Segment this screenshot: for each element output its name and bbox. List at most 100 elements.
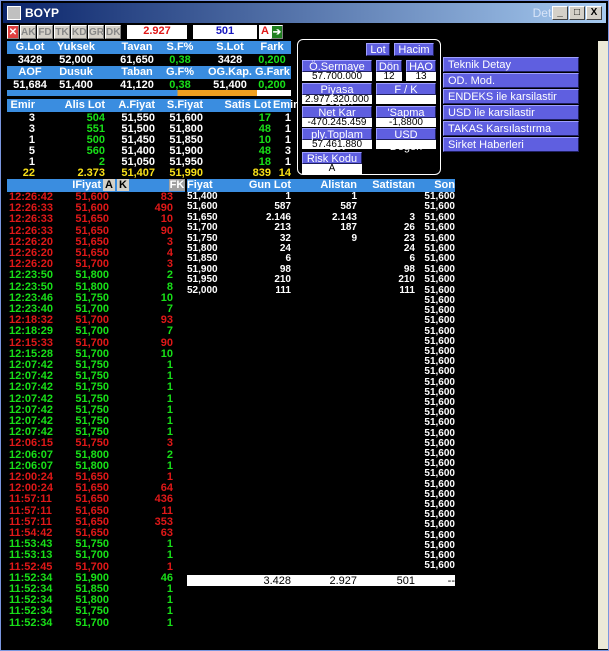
link-5[interactable]: Sirket Haberleri: [443, 137, 579, 152]
trade-row[interactable]: 11:53:13 51,700 1: [7, 550, 185, 561]
trade-row[interactable]: 12:23:50 51,800 2: [7, 270, 185, 281]
vertical-scrollbar[interactable]: [598, 41, 608, 649]
dist-cell: 111: [399, 284, 415, 296]
trade-price: 51,700: [75, 549, 109, 562]
top-header: G.Lot Yuksek Tavan S.F% S.Lot Fark: [7, 41, 291, 54]
top_values-2: 61,650: [120, 54, 154, 66]
son-row: 51,600: [187, 489, 455, 500]
trade-lot: 1: [166, 605, 173, 618]
dist-total: 3.428 2.927 501 --: [187, 575, 455, 587]
trade-price: 51,750: [75, 381, 109, 394]
price-box[interactable]: 2.927: [127, 25, 187, 39]
trade-row[interactable]: 12:23:50 51,800 8: [7, 280, 185, 293]
trade-lot: 7: [166, 325, 173, 338]
link-3[interactable]: USD ile karsilastir: [443, 105, 579, 120]
tab-kd[interactable]: KD: [71, 25, 87, 39]
depth-header-3: S.Fiyat: [166, 99, 203, 111]
trade-row[interactable]: 11:52:45 51,700 1: [7, 561, 185, 573]
trade-row[interactable]: 12:26:33 51,650 10: [7, 214, 185, 225]
dist-cell: 51,600: [424, 274, 455, 286]
trade-lot: 8: [166, 280, 173, 293]
top_headers-3: S.F%: [166, 41, 194, 53]
trade-time: 12:06:15: [9, 437, 54, 450]
title-bar[interactable]: BOYP Detay _ □ X: [3, 3, 606, 23]
trade-time: 12:23:50: [9, 280, 54, 293]
trade-row[interactable]: 12:06:07 51,800 2: [7, 449, 185, 461]
link-4[interactable]: TAKAS Karsılastırma: [443, 121, 579, 136]
trade-row[interactable]: 11:52:34 51,750 1: [7, 606, 185, 617]
dist-cell: 9: [351, 232, 357, 244]
trade-row[interactable]: 12:06:15 51,750 3: [7, 438, 185, 449]
minimize-button[interactable]: _: [552, 6, 568, 20]
trade-price: 51,750: [75, 392, 109, 405]
maximize-button[interactable]: □: [569, 6, 585, 20]
trade-row[interactable]: 12:26:33 51,650 90: [7, 225, 185, 237]
trade-row[interactable]: 11:52:34 51,700 1: [7, 616, 185, 629]
alert-label[interactable]: A: [259, 25, 271, 39]
o-sermaye-value: 57.700.000: [302, 72, 372, 82]
dist-header: Fiyat Gun Lot Alistan Satistan Son: [187, 179, 455, 192]
son-row: 51,600: [187, 418, 455, 428]
mid_headers-5: G.Fark: [255, 66, 290, 78]
trade-price: 51,700: [75, 616, 109, 629]
tab-gr[interactable]: GR: [88, 25, 104, 39]
dist-cell: 24: [403, 243, 415, 254]
dist-row: 51,700 213 187 26 51,600: [187, 223, 455, 233]
link-2[interactable]: ENDEKS ile karsilastir: [443, 89, 579, 104]
depth-header-5: Emir: [273, 99, 298, 111]
son-row: 51,600: [187, 336, 455, 347]
trade-row[interactable]: 11:57:11 51,650 11: [7, 505, 185, 517]
close-button[interactable]: X: [586, 6, 602, 20]
trade-price: 51,700: [75, 325, 109, 338]
trade-time: 12:18:29: [9, 325, 54, 338]
trade-row[interactable]: 11:57:11 51,650 436: [7, 494, 185, 505]
tab-ak[interactable]: AK: [20, 25, 36, 39]
sapma-value: -1,8800: [376, 118, 436, 128]
trade-time: 11:52:34: [9, 605, 53, 618]
dist-total-cell: --: [447, 575, 455, 587]
tab-tk[interactable]: TK: [54, 25, 70, 39]
trade-price: 51,800: [75, 269, 109, 282]
trade-lot: 1: [166, 616, 173, 629]
dist-cell: 111: [275, 284, 291, 296]
link-0[interactable]: Teknik Detay: [443, 57, 579, 72]
fk-value: [376, 95, 436, 104]
close-icon[interactable]: ✕: [7, 25, 19, 39]
trade-lot: 1: [166, 381, 173, 394]
lot-button[interactable]: Lot: [366, 43, 390, 56]
son-row: 51,600: [187, 500, 455, 510]
dist-row: 51,400 1 1 51,600: [187, 192, 455, 202]
sort-k-button[interactable]: K: [117, 179, 129, 191]
trade-price: 51,650: [75, 213, 109, 226]
dist-cell: 187: [340, 222, 357, 234]
depth-header-1: Alis Lot: [64, 99, 105, 111]
son-row: 51,600: [187, 347, 455, 357]
trade-row[interactable]: 12:07:42 51,750 1: [7, 392, 185, 405]
tab-fd[interactable]: FD: [37, 25, 53, 39]
son-row: 51,600: [187, 357, 455, 367]
trade-row[interactable]: 12:18:29 51,700 7: [7, 326, 185, 337]
dist-cell: 51,600: [187, 201, 218, 213]
depth-header: Emir Alis Lot A.Fiyat S.Fiyat Satis Lot Emir: [7, 99, 298, 112]
trade-row[interactable]: 12:15:33 51,700 90: [7, 337, 185, 349]
trade-row[interactable]: 12:07:42 51,750 1: [7, 382, 185, 393]
sort-a-button[interactable]: A: [103, 179, 115, 191]
fk-button[interactable]: FK: [169, 179, 185, 191]
dist-cell: 6: [409, 253, 415, 265]
depth-header-2: A.Fiyat: [118, 99, 155, 111]
dist-total-cell: 501: [396, 575, 415, 587]
son-cell: 51,600: [424, 315, 455, 327]
depth-total-cell: 51,990: [169, 167, 203, 179]
tab-dk[interactable]: DK: [105, 25, 121, 39]
son-row: 51,600: [187, 326, 455, 337]
info-panel: Lot Hacim Ö.Sermaye 57.700.000 Dön 12 HA…: [297, 39, 441, 175]
hacim-button[interactable]: Hacim: [394, 43, 434, 56]
link-1[interactable]: OD. Mod.: [443, 73, 579, 88]
main-window: BOYP Detay _ □ X ✕ AK FD TK KD GR DK 2.927 50…: [0, 0, 609, 651]
trade-time: 12:07:42: [9, 392, 54, 405]
arrow-right-icon[interactable]: ➔: [271, 25, 283, 39]
dist-cell: 52,000: [187, 284, 218, 296]
mid_headers-1: Dusuk: [59, 66, 93, 78]
volume-box[interactable]: 501: [193, 25, 257, 39]
dist-cell: 51,950: [187, 274, 218, 286]
